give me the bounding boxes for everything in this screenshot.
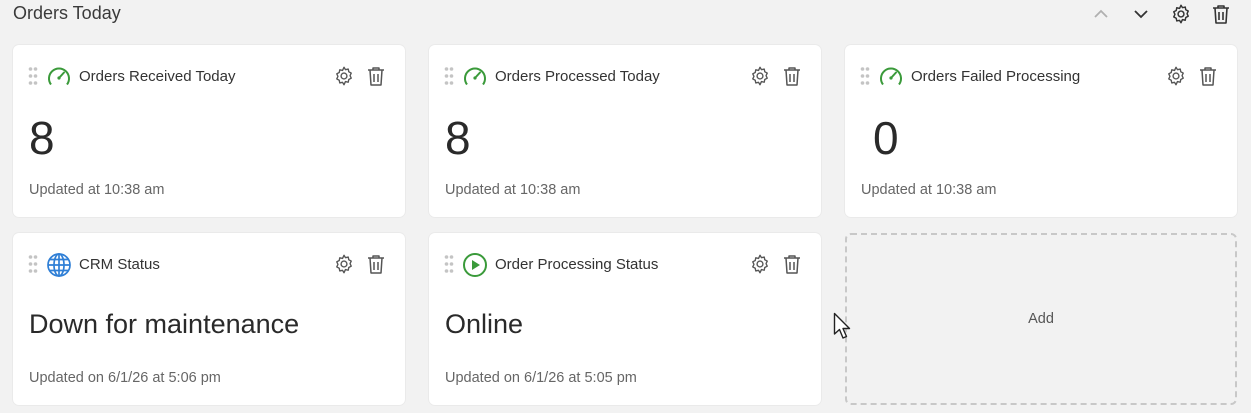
speedometer-icon — [46, 64, 72, 90]
widget-delete-button[interactable] — [1198, 65, 1220, 87]
widget-updated-text: Updated at 10:38 am — [29, 182, 165, 198]
drag-handle-icon[interactable] — [28, 254, 38, 274]
widget-value: 0 — [873, 112, 899, 164]
widget-delete-button[interactable] — [366, 253, 388, 275]
widget-settings-button[interactable] — [749, 253, 771, 275]
trash-icon — [784, 255, 800, 274]
widget-settings-button[interactable] — [333, 253, 355, 275]
widget-delete-button[interactable] — [366, 65, 388, 87]
trash-icon — [368, 67, 384, 86]
section-delete-button[interactable] — [1209, 2, 1233, 26]
widget-title: Order Processing Status — [495, 256, 659, 273]
section-header: Orders Today — [0, 0, 1251, 28]
add-widget-label: Add — [1028, 311, 1054, 327]
globe-icon — [46, 252, 72, 278]
widget-updated-text: Updated on 6/1/26 at 5:05 pm — [445, 370, 637, 386]
widget-settings-button[interactable] — [333, 65, 355, 87]
widget-card: Order Processing Status Online Updated o… — [429, 233, 821, 405]
widget-value: 8 — [29, 112, 55, 164]
gear-icon — [336, 66, 352, 86]
widget-title: Orders Processed Today — [495, 68, 660, 85]
widget-card: Orders Failed Processing 0 Updated at 10… — [845, 45, 1237, 217]
play-circle-icon — [462, 252, 488, 278]
widget-title: Orders Failed Processing — [911, 68, 1081, 85]
widget-delete-button[interactable] — [782, 65, 804, 87]
chevron-up-icon — [1094, 9, 1108, 18]
widget-card: Orders Received Today 8 Updated at 10:38… — [13, 45, 405, 217]
widget-updated-text: Updated at 10:38 am — [445, 182, 581, 198]
widget-settings-button[interactable] — [1165, 65, 1187, 87]
gear-icon — [336, 254, 352, 274]
speedometer-icon — [462, 64, 488, 90]
expand-button[interactable] — [1129, 2, 1153, 26]
widget-settings-button[interactable] — [749, 65, 771, 87]
widget-delete-button[interactable] — [782, 253, 804, 275]
section-settings-button[interactable] — [1169, 2, 1193, 26]
widget-updated-text: Updated at 10:38 am — [861, 182, 997, 198]
widget-title: Orders Received Today — [79, 68, 236, 85]
drag-handle-icon[interactable] — [860, 66, 870, 86]
mouse-pointer-icon — [833, 312, 853, 340]
widget-card: Orders Processed Today 8 Updated at 10:3… — [429, 45, 821, 217]
drag-handle-icon[interactable] — [28, 66, 38, 86]
widget-value: 8 — [445, 112, 471, 164]
add-widget-tile[interactable]: Add — [845, 233, 1237, 405]
widget-title: CRM Status — [79, 256, 160, 273]
gear-icon — [752, 66, 768, 86]
widget-card: CRM Status Down for maintenance Updated … — [13, 233, 405, 405]
trash-icon — [1200, 67, 1216, 86]
drag-handle-icon[interactable] — [444, 66, 454, 86]
widget-value: Down for maintenance — [29, 309, 300, 339]
collapse-button[interactable] — [1089, 2, 1113, 26]
gear-icon — [752, 254, 768, 274]
widget-value: Online — [445, 309, 524, 339]
trash-icon — [1213, 5, 1229, 24]
trash-icon — [368, 255, 384, 274]
widget-updated-text: Updated on 6/1/26 at 5:06 pm — [29, 370, 221, 386]
section-title: Orders Today — [13, 3, 121, 23]
speedometer-icon — [878, 64, 904, 90]
gear-icon — [1168, 66, 1184, 86]
trash-icon — [784, 67, 800, 86]
drag-handle-icon[interactable] — [444, 254, 454, 274]
gear-icon — [1173, 4, 1189, 24]
chevron-down-icon — [1134, 10, 1148, 19]
